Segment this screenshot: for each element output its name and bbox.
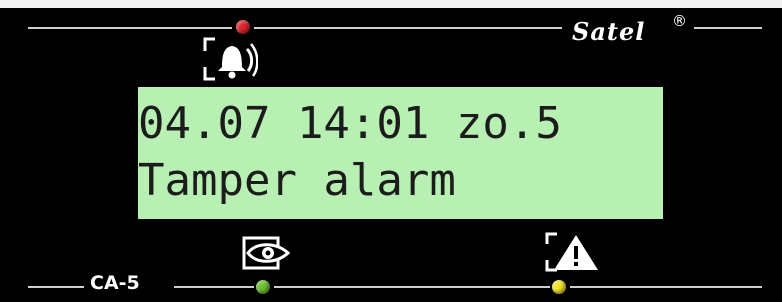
top-rule-left	[28, 27, 232, 29]
lcd-line-2: Tamper alarm	[138, 155, 456, 206]
top-edge	[0, 0, 782, 20]
alarm-led	[236, 20, 250, 34]
bottom-rule-end	[570, 286, 762, 288]
brand-registered-mark: ®	[672, 12, 687, 30]
lcd-line-1: 04.07 14:01 zo.5	[138, 98, 562, 149]
bottom-rule-middle	[174, 286, 254, 288]
lcd-display: 04.07 14:01 zo.5 Tamper alarm	[138, 87, 663, 219]
armed-led	[256, 280, 270, 294]
armed-eye-icon	[242, 236, 291, 270]
trouble-warning-icon	[545, 232, 598, 272]
top-rule-right	[694, 27, 762, 29]
alarm-bell-icon	[203, 37, 258, 81]
top-rule-middle	[254, 27, 562, 29]
brand-logo: Satel	[572, 17, 646, 46]
bottom-rule-left	[28, 286, 84, 288]
trouble-led	[552, 280, 566, 294]
bottom-rule-right	[274, 286, 550, 288]
keypad-panel: Satel ® 04.07 14:01 zo.5 Tamper alarm CA…	[0, 0, 782, 302]
model-label: CA-5	[90, 272, 140, 294]
